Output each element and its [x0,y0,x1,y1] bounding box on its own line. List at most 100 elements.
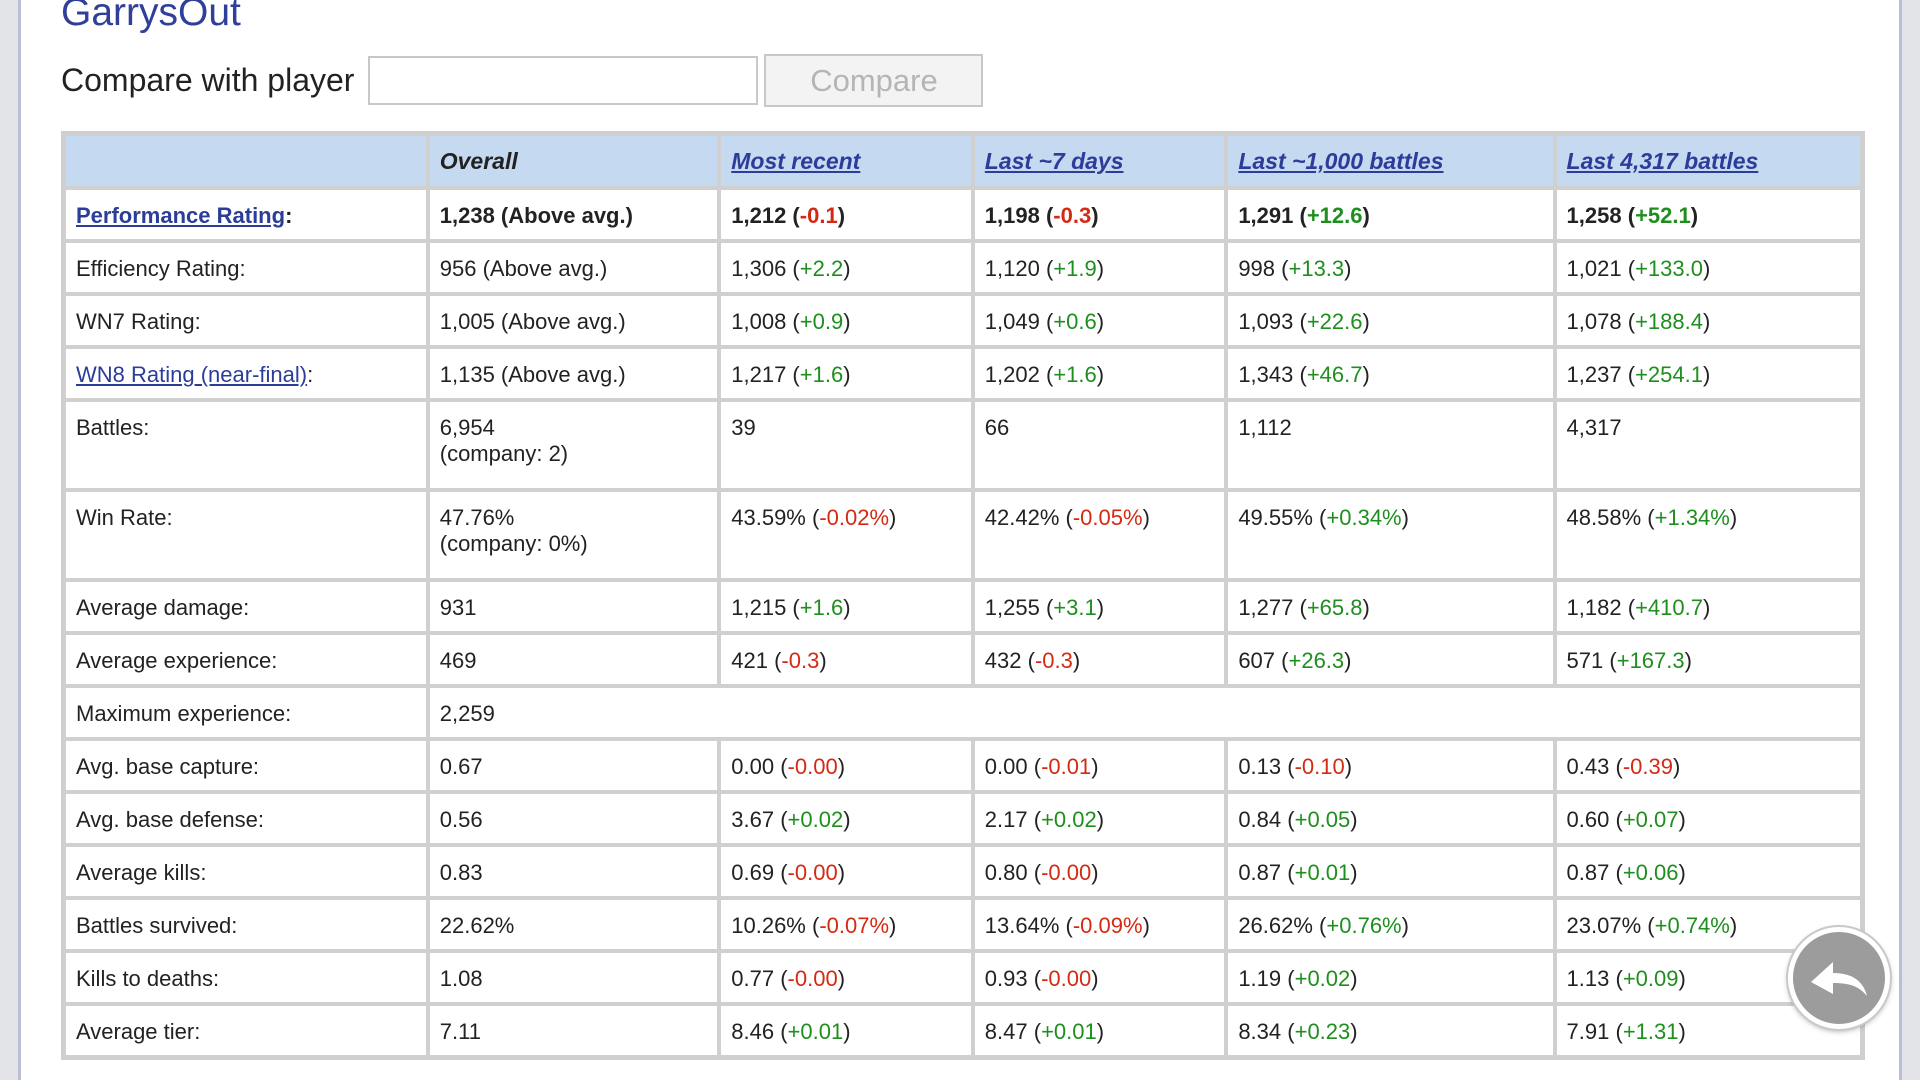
cell-value: 0.93 [984,966,1028,991]
cell-overall: 1.08 [427,951,720,1004]
cell-value: 0.00 [984,754,1028,779]
cell-delta: +0.02 [787,807,844,832]
cell-last-4317-battles: 0.87 (+0.06) [1554,845,1862,898]
row-label-text: WN7 Rating: [76,309,201,334]
row-label-text: Battles: [76,415,150,440]
cell-overall: 1,005 (Above avg.) [427,294,720,347]
cell-last-1000-battles: 1,093 (+22.6) [1226,294,1555,347]
page: GarrysOut Compare with player Compare Ov… [18,0,1902,1080]
cell-last-1000-battles: 0.13 (-0.10) [1226,739,1555,792]
cell-last-7-days: 13.64% (-0.09%) [972,898,1227,951]
cell-last-4317-battles: 48.58% (+1.34%) [1554,490,1862,580]
cell-value: 2,259 [439,701,495,726]
cell-value: 1,277 [1238,595,1294,620]
header-empty [64,134,428,188]
cell-value: 1,005 (Above avg.) [439,309,626,334]
last-7-days-link[interactable]: Last ~7 days [985,148,1124,174]
cell-value: 0.60 [1566,807,1610,832]
row-label-text: Battles survived: [76,913,238,938]
cell-most-recent: 0.77 (-0.00) [719,951,973,1004]
row-label-text: Win Rate: [76,505,173,530]
cell-overall: 0.56 [427,792,720,845]
row-label: Average tier: [64,1004,428,1057]
player-name-title: GarrysOut [61,0,241,34]
cell-last-1000-battles: 26.62% (+0.76%) [1226,898,1555,951]
table-row: Avg. base defense: 0.56 3.67 (+0.02) 2.17 (… [64,792,1862,845]
row-label: Performance Rating: [64,188,428,241]
cell-delta: +133.0 [1635,256,1703,281]
cell-value: 7.91 [1566,1019,1610,1044]
cell-value: 0.56 [439,807,483,832]
cell-delta: +0.34% [1326,505,1402,530]
cell-value: 26.62% [1238,913,1313,938]
table-row: Win Rate: 47.76% (company: 0%) 43.59% (-0.0… [64,490,1862,580]
last-4317-battles-link[interactable]: Last 4,317 battles [1567,148,1759,174]
cell-delta: +0.01 [787,1019,844,1044]
cell-delta: -0.01 [1041,754,1092,779]
cell-value: 0.77 [731,966,775,991]
cell-delta: -0.00 [1041,860,1092,885]
table-row: Kills to deaths: 1.08 0.77 (-0.00) 0.93 (-0… [64,951,1862,1004]
cell-last-7-days: 66 [972,400,1227,490]
row-label: Kills to deaths: [64,951,428,1004]
cell-last-7-days: 1,202 (+1.6) [972,347,1227,400]
cell-last-1000-battles: 0.87 (+0.01) [1226,845,1555,898]
cell-value: 3.67 [731,807,775,832]
cell-delta: +0.05 [1294,807,1351,832]
cell-value: 0.00 [731,754,775,779]
table-row: Average kills: 0.83 0.69 (-0.00) 0.80 (-0.0… [64,845,1862,898]
cell-value: 1,120 [984,256,1040,281]
cell-delta: -0.10 [1294,754,1345,779]
table-row: Average tier: 7.11 8.46 (+0.01) 8.47 (+0.01… [64,1004,1862,1057]
back-button[interactable] [1788,927,1890,1029]
cell-delta: -0.3 [1053,203,1092,228]
cell-delta: -0.07% [819,913,890,938]
cell-last-7-days: 1,198 (-0.3) [972,188,1227,241]
cell-last-1000-battles: 998 (+13.3) [1226,241,1555,294]
cell-value: 39 [731,415,756,440]
cell-value: 0.87 [1566,860,1610,885]
cell-value: 0.43 [1566,754,1610,779]
cell-value: 1.08 [439,966,483,991]
cell-delta: +3.1 [1053,595,1097,620]
cell-most-recent: 39 [719,400,973,490]
table-row: Performance Rating: 1,238 (Above avg.) 1,2… [64,188,1862,241]
cell-value: 607 [1238,648,1276,673]
cell-subtext: (company: 2) [439,441,569,466]
cell-value: 1,049 [984,309,1040,334]
cell-delta: +0.02 [1294,966,1351,991]
cell-value: 48.58% [1566,505,1642,530]
cell-delta: +1.6 [799,595,844,620]
cell-overall: 1,238 (Above avg.) [427,188,720,241]
table-row: WN7 Rating: 1,005 (Above avg.) 1,008 (+0.9… [64,294,1862,347]
cell-delta: +0.6 [1053,309,1097,334]
compare-button[interactable]: Compare [764,54,984,107]
cell-last-1000-battles: 49.55% (+0.34%) [1226,490,1555,580]
cell-last-4317-battles: 1,258 (+52.1) [1554,188,1862,241]
cell-value: 0.67 [439,754,483,779]
row-label: Efficiency Rating: [64,241,428,294]
cell-most-recent: 1,306 (+2.2) [719,241,973,294]
cell-value: 66 [984,415,1010,440]
cell-value: 22.62% [439,913,515,938]
cell-delta: -0.00 [787,754,838,779]
table-row: Maximum experience: 2,259 [64,686,1862,739]
cell-value: 432 [984,648,1022,673]
cell-value: 1,217 [731,362,787,387]
row-label-link[interactable]: Performance Rating [76,203,285,228]
cell-value: 1.19 [1238,966,1282,991]
row-label-text: Efficiency Rating: [76,256,246,281]
cell-value: 13.64% [984,913,1060,938]
cell-last-4317-battles: 0.60 (+0.07) [1554,792,1862,845]
cell-value: 8.34 [1238,1019,1282,1044]
compare-player-input[interactable] [368,56,759,105]
header-last-4317-battles: Last 4,317 battles [1554,134,1862,188]
last-1000-battles-link[interactable]: Last ~1,000 battles [1238,148,1443,174]
row-label-link[interactable]: WN8 Rating (near-final) [76,362,307,387]
most-recent-link[interactable]: Most recent [731,148,860,174]
row-label: WN7 Rating: [64,294,428,347]
cell-value: 1,078 [1566,309,1622,334]
cell-last-4317-battles: 571 (+167.3) [1554,633,1862,686]
cell-delta: +1.6 [799,362,844,387]
table-row: Battles: 6,954 (company: 2) 39 66 1,112 4,317 [64,400,1862,490]
